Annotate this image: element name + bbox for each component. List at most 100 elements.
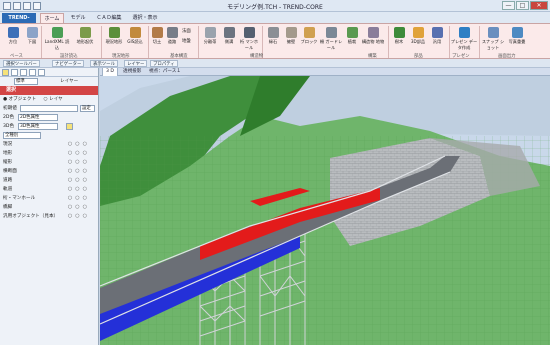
structure-icon xyxy=(367,27,379,38)
retaining-wall-icon xyxy=(285,27,297,38)
planting-icon xyxy=(346,27,358,38)
color2d-row: 2D色 2D色属性 xyxy=(0,113,98,122)
viewpoint-label[interactable]: 視点：パース１ xyxy=(146,68,184,76)
guardrail-icon xyxy=(325,27,337,38)
ribbon-ground-small[interactable]: 地盤 xyxy=(182,38,191,44)
color-swatch-icon[interactable] xyxy=(66,123,73,130)
parts-icon xyxy=(412,27,424,38)
close-button[interactable]: ✕ xyxy=(530,1,548,10)
gis-icon xyxy=(129,27,141,38)
photo-icon xyxy=(511,27,523,38)
tab-model[interactable]: モデル xyxy=(66,13,90,23)
ribbon-landxml-button[interactable]: LandXML 読込 xyxy=(43,26,71,52)
block-icon xyxy=(303,27,315,38)
ribbon-block-button[interactable]: ブロック xyxy=(298,26,320,52)
toolbar-property[interactable]: プロパティ xyxy=(150,60,178,67)
ribbon-planting-button[interactable]: 植栽 xyxy=(342,26,362,52)
ribbon-gutter-button[interactable]: 側溝 xyxy=(219,26,239,52)
line-icon[interactable] xyxy=(20,69,27,76)
gutter-icon xyxy=(223,27,235,38)
manhole-icon xyxy=(243,27,255,38)
terrain-icon xyxy=(79,27,91,38)
minimize-button[interactable]: — xyxy=(502,1,515,10)
initial-row: 初期値 設定 xyxy=(0,104,98,113)
secondary-toolbar: 選択ツールバー ナビゲーター 表示ツール レイヤー プロパティ xyxy=(0,59,550,68)
radio-object[interactable]: ● オブジェクト xyxy=(3,97,36,102)
underlay-icon xyxy=(26,27,38,38)
toolbar-select[interactable]: 選択ツールバー xyxy=(3,60,40,67)
color3d-row: 3D色 3D色属性 xyxy=(0,122,98,131)
toolbar-display-tools[interactable]: 表示ツール xyxy=(90,60,118,67)
median-icon xyxy=(204,27,216,38)
list-item[interactable]: 縦形 ○○○ xyxy=(0,158,98,167)
perspective-label[interactable]: 透視投影 xyxy=(120,68,144,76)
ribbon-current-terrain-button[interactable]: 現況地形 xyxy=(102,26,126,52)
ribbon-general-button[interactable]: 汎用 xyxy=(427,26,447,52)
ribbon-manhole-button[interactable]: 桁 マンホール xyxy=(238,26,260,52)
title-bar: モデリング例.TCH - TREND-CORE — □ ✕ xyxy=(0,0,550,12)
panel-tools xyxy=(0,68,98,77)
tab-select-view[interactable]: 選択・表示 xyxy=(128,13,162,23)
type-select[interactable]: 全種別 xyxy=(3,132,41,139)
list-item[interactable]: 橋脚 ○○○ xyxy=(0,203,98,212)
polyline-icon[interactable] xyxy=(29,69,36,76)
ribbon-terrain-relief-button[interactable]: 地形起伏 xyxy=(70,26,100,52)
ribbon-road-button[interactable]: 道路 xyxy=(163,26,181,52)
model-scene[interactable] xyxy=(100,76,550,345)
ribbon-curb-button[interactable]: 縁石 xyxy=(263,26,283,52)
color3d-select[interactable]: 3D色属性 xyxy=(18,123,58,130)
standard-select[interactable]: 標準 xyxy=(14,78,38,85)
pointer-icon[interactable] xyxy=(2,69,9,76)
curb-icon xyxy=(267,27,279,38)
panel-mode-row: 標準 レイヤー xyxy=(0,77,98,86)
color2d-select[interactable]: 2D色属性 xyxy=(18,114,58,121)
toolbar-layer[interactable]: レイヤー xyxy=(124,60,148,67)
ribbon-snapshot-button[interactable]: スナップ ショット xyxy=(480,26,506,52)
ribbon-presentation-button[interactable]: プレゼン データ作成 xyxy=(450,26,478,52)
initial-select[interactable] xyxy=(20,105,78,112)
list-item[interactable]: 現況 ○○○ xyxy=(0,140,98,149)
ribbon-slope-small[interactable]: 法面 xyxy=(182,28,191,34)
ribbon-gis-button[interactable]: GIS読込 xyxy=(124,26,146,52)
set-button[interactable]: 設定 xyxy=(80,105,95,112)
list-item[interactable]: 地形 ○○○ xyxy=(0,149,98,158)
area-icon[interactable] xyxy=(38,69,45,76)
list-item[interactable]: 桁・マンホール ○○○ xyxy=(0,194,98,203)
ribbon-photo-overlay-button[interactable]: 写真重畳 xyxy=(504,26,530,52)
list-item[interactable]: 横断面 ○○○ xyxy=(0,167,98,176)
type-row: 全種別 xyxy=(0,131,98,140)
maximize-button[interactable]: □ xyxy=(516,1,529,10)
ribbon-tree-button[interactable]: 樹木 xyxy=(389,26,409,52)
app-menu-button[interactable]: TREND-CORE xyxy=(2,13,36,31)
ribbon-guardrail-button[interactable]: 柵 ガードレール xyxy=(318,26,344,52)
window-title: モデリング例.TCH - TREND-CORE xyxy=(227,4,323,11)
road-icon xyxy=(166,27,178,38)
ribbon-structure-button[interactable]: 構造物 地物 xyxy=(360,26,386,52)
radio-layer[interactable]: ○ レイヤ xyxy=(44,97,63,102)
ribbon-underlay-button[interactable]: 下図 xyxy=(21,26,43,52)
list-item[interactable]: 軌道 ○○○ xyxy=(0,185,98,194)
ribbon-3d-parts-button[interactable]: 3D部品 xyxy=(407,26,429,52)
radio-row: ● オブジェクト ○ レイヤ xyxy=(0,95,98,104)
general-icon xyxy=(431,27,443,38)
ribbon: 方位 下図 LandXML 読込 地形起伏 現況地形 GIS読込 切土 道路 法… xyxy=(0,23,550,59)
list-item[interactable]: 道路 ○○○ xyxy=(0,176,98,185)
viewport-tabs: 3 D 透視投影 視点：パース１ xyxy=(100,68,550,76)
selection-panel: 標準 レイヤー 選択 ● オブジェクト ○ レイヤ 初期値 設定 2D色 2D色… xyxy=(0,68,99,345)
3d-viewport[interactable]: 3 D 透視投影 視点：パース１ xyxy=(100,68,550,345)
presentation-icon xyxy=(458,27,470,38)
ribbon-tabs: TREND-CORE ホーム モデル ＣＡＤ編集 選択・表示 xyxy=(0,12,550,31)
layer-dropdown[interactable]: レイヤー xyxy=(60,77,78,86)
cut-icon xyxy=(151,27,163,38)
ribbon-median-button[interactable]: 分離帯 xyxy=(199,26,221,52)
current-terrain-icon xyxy=(108,27,120,38)
tab-home[interactable]: ホーム xyxy=(40,13,64,23)
tree-icon xyxy=(393,27,405,38)
compass-icon xyxy=(7,27,19,38)
move-icon[interactable] xyxy=(11,69,18,76)
tab-3d[interactable]: 3 D xyxy=(102,68,118,76)
tab-cad-edit[interactable]: ＣＡＤ編集 xyxy=(92,13,126,23)
toolbar-navigator[interactable]: ナビゲーター xyxy=(52,60,85,67)
list-item[interactable]: 汎用オブジェクト（見本） ○○○ xyxy=(0,212,98,221)
section-header-select[interactable]: 選択 xyxy=(0,86,98,95)
